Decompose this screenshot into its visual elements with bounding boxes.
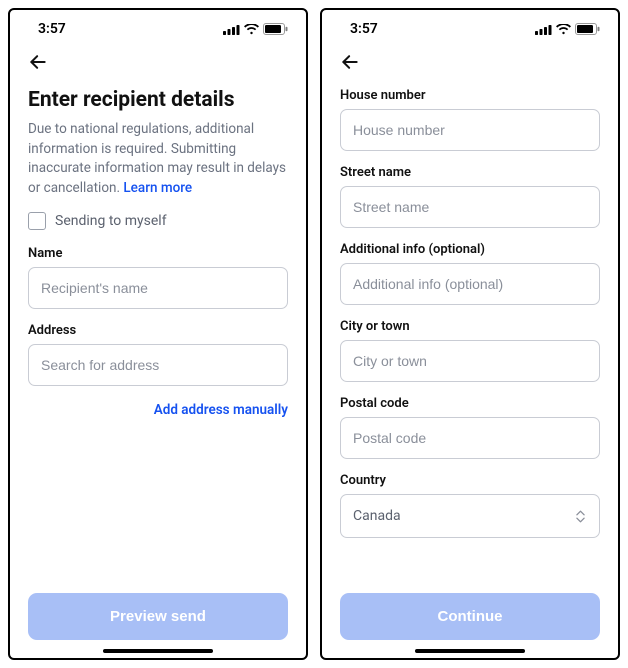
cellular-icon: [223, 24, 240, 35]
city-input[interactable]: [340, 340, 600, 382]
house-number-field: House number: [340, 88, 600, 151]
additional-info-input[interactable]: [340, 263, 600, 305]
home-indicator[interactable]: [103, 649, 213, 653]
country-value: Canada: [353, 508, 401, 524]
street-name-input[interactable]: [340, 186, 600, 228]
city-label: City or town: [340, 319, 600, 334]
sending-to-myself-label: Sending to myself: [55, 213, 167, 229]
street-name-label: Street name: [340, 165, 600, 180]
wifi-icon: [556, 24, 571, 35]
postal-code-input[interactable]: [340, 417, 600, 459]
additional-info-field: Additional info (optional): [340, 242, 600, 305]
house-number-label: House number: [340, 88, 600, 103]
phone-left: 3:57 Enter recipient details Due to nati…: [8, 8, 308, 660]
content-left: Enter recipient details Due to national …: [10, 80, 306, 593]
content-right: House number Street name Additional info…: [322, 80, 618, 593]
back-button[interactable]: [26, 50, 50, 74]
cellular-icon: [535, 24, 552, 35]
nav-bar: [10, 40, 306, 80]
home-indicator[interactable]: [415, 649, 525, 653]
status-bar: 3:57: [322, 10, 618, 40]
city-field: City or town: [340, 319, 600, 382]
continue-button[interactable]: Continue: [340, 593, 600, 640]
select-chevrons-icon: [573, 507, 587, 525]
address-label: Address: [28, 323, 288, 338]
battery-icon: [575, 23, 600, 35]
country-label: Country: [340, 473, 600, 488]
address-field: Address: [28, 323, 288, 386]
back-button[interactable]: [338, 50, 362, 74]
add-address-manually-link[interactable]: Add address manually: [28, 400, 288, 418]
name-label: Name: [28, 246, 288, 261]
postal-code-label: Postal code: [340, 396, 600, 411]
address-input[interactable]: [28, 344, 288, 386]
preview-send-button[interactable]: Preview send: [28, 593, 288, 640]
status-icons: [535, 23, 600, 35]
battery-icon: [263, 23, 288, 35]
page-subtitle: Due to national regulations, additional …: [28, 120, 288, 198]
status-icons: [223, 23, 288, 35]
arrow-left-icon: [28, 52, 48, 72]
status-bar: 3:57: [10, 10, 306, 40]
phone-right: 3:57 House number Street name Additional…: [320, 8, 620, 660]
street-name-field: Street name: [340, 165, 600, 228]
nav-bar: [322, 40, 618, 80]
status-time: 3:57: [350, 21, 378, 37]
sending-to-myself-row[interactable]: Sending to myself: [28, 212, 288, 230]
postal-code-field: Postal code: [340, 396, 600, 459]
additional-info-label: Additional info (optional): [340, 242, 600, 257]
name-field: Name: [28, 246, 288, 309]
country-select[interactable]: Canada: [340, 494, 600, 538]
status-time: 3:57: [38, 21, 66, 37]
name-input[interactable]: [28, 267, 288, 309]
sending-to-myself-checkbox[interactable]: [28, 212, 46, 230]
wifi-icon: [244, 24, 259, 35]
learn-more-link[interactable]: Learn more: [123, 180, 192, 196]
page-title: Enter recipient details: [28, 88, 288, 112]
arrow-left-icon: [340, 52, 360, 72]
country-field: Country Canada: [340, 473, 600, 538]
house-number-input[interactable]: [340, 109, 600, 151]
